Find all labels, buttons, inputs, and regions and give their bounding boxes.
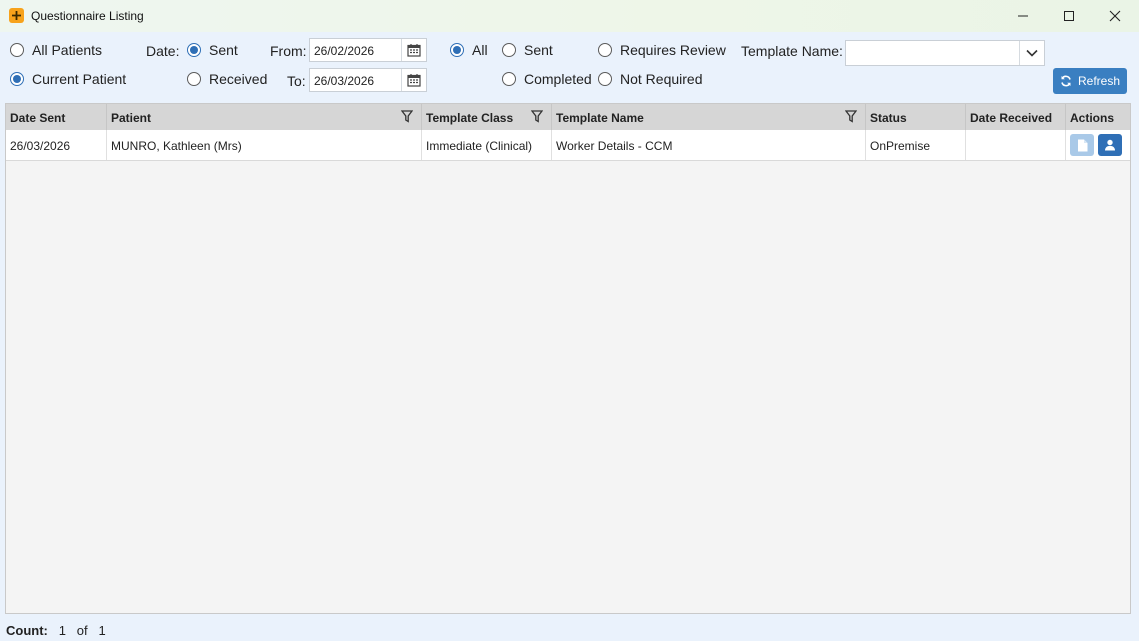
cell-status: OnPremise bbox=[866, 130, 966, 160]
count-total: 1 bbox=[98, 623, 106, 638]
radio-indicator bbox=[450, 43, 464, 57]
from-label: From: bbox=[270, 43, 307, 59]
open-patient-button[interactable] bbox=[1098, 134, 1122, 156]
radio-label: Current Patient bbox=[32, 71, 127, 87]
table-header: Date Sent Patient Template Class Templat… bbox=[6, 104, 1130, 131]
radio-status-sent[interactable]: Sent bbox=[502, 42, 553, 58]
column-label: Template Name bbox=[556, 111, 644, 125]
minimize-icon bbox=[1018, 15, 1028, 17]
chevron-down-icon bbox=[1026, 49, 1038, 57]
radio-label: Requires Review bbox=[620, 42, 726, 58]
radio-status-not-required[interactable]: Not Required bbox=[598, 71, 703, 87]
refresh-button[interactable]: Refresh bbox=[1053, 68, 1127, 94]
col-date-received[interactable]: Date Received bbox=[966, 104, 1066, 130]
filter-icon[interactable] bbox=[531, 110, 543, 123]
col-template-class[interactable]: Template Class bbox=[422, 104, 552, 130]
radio-label: Received bbox=[209, 71, 268, 87]
radio-all-patients[interactable]: All Patients bbox=[10, 42, 102, 58]
radio-indicator bbox=[502, 72, 516, 86]
cell-patient: MUNRO, Kathleen (Mrs) bbox=[107, 130, 422, 160]
count-of-label: of bbox=[76, 623, 88, 638]
from-date-field[interactable]: 26/02/2026 bbox=[309, 38, 427, 62]
column-label: Date Sent bbox=[10, 111, 66, 125]
column-label: Patient bbox=[111, 111, 152, 125]
app-icon bbox=[9, 8, 24, 23]
col-actions: Actions bbox=[1066, 104, 1130, 130]
radio-current-patient[interactable]: Current Patient bbox=[10, 71, 126, 87]
table-row[interactable]: 26/03/2026 MUNRO, Kathleen (Mrs) Immedia… bbox=[6, 130, 1130, 161]
column-label: Template Class bbox=[426, 111, 514, 125]
radio-status-completed[interactable]: Completed bbox=[502, 71, 592, 87]
radio-indicator bbox=[502, 43, 516, 57]
to-label: To: bbox=[287, 73, 306, 89]
column-label: Date Received bbox=[970, 111, 1053, 125]
radio-indicator bbox=[10, 72, 24, 86]
radio-indicator bbox=[10, 43, 24, 57]
date-label: Date: bbox=[146, 43, 180, 59]
calendar-icon bbox=[407, 74, 421, 87]
title-bar: Questionnaire Listing bbox=[0, 0, 1139, 33]
radio-status-all[interactable]: All bbox=[450, 42, 488, 58]
document-icon bbox=[1077, 139, 1087, 151]
record-count: Count: 1 of 1 bbox=[6, 623, 106, 638]
from-calendar-button[interactable] bbox=[401, 39, 426, 61]
radio-label: Sent bbox=[524, 42, 553, 58]
radio-status-requires-review[interactable]: Requires Review bbox=[598, 42, 726, 58]
template-name-dropdown-button[interactable] bbox=[1019, 41, 1044, 65]
col-date-sent[interactable]: Date Sent bbox=[6, 104, 107, 130]
view-document-button[interactable] bbox=[1070, 134, 1094, 156]
radio-label: All Patients bbox=[32, 42, 103, 58]
refresh-label: Refresh bbox=[1077, 74, 1121, 88]
minimize-button[interactable] bbox=[1000, 0, 1046, 32]
to-date-field[interactable]: 26/03/2026 bbox=[309, 68, 427, 92]
maximize-icon bbox=[1064, 11, 1074, 21]
to-calendar-button[interactable] bbox=[401, 69, 426, 91]
col-status[interactable]: Status bbox=[866, 104, 966, 130]
col-patient[interactable]: Patient bbox=[107, 104, 422, 130]
template-name-label: Template Name: bbox=[741, 43, 843, 59]
cell-date-received bbox=[966, 130, 1066, 160]
filter-icon[interactable] bbox=[401, 110, 413, 123]
radio-indicator bbox=[598, 43, 612, 57]
cell-template-class: Immediate (Clinical) bbox=[422, 130, 552, 160]
radio-label: Sent bbox=[209, 42, 238, 58]
radio-label: Not Required bbox=[620, 71, 703, 87]
radio-date-sent[interactable]: Sent bbox=[187, 42, 238, 58]
calendar-icon bbox=[407, 44, 421, 57]
user-icon bbox=[1105, 139, 1115, 151]
radio-indicator bbox=[598, 72, 612, 86]
count-current: 1 bbox=[58, 623, 66, 638]
cell-actions bbox=[1066, 130, 1130, 160]
radio-label: Completed bbox=[524, 71, 592, 87]
close-button[interactable] bbox=[1092, 0, 1138, 32]
radio-date-received[interactable]: Received bbox=[187, 71, 267, 87]
radio-indicator bbox=[187, 43, 201, 57]
refresh-icon bbox=[1061, 75, 1071, 87]
column-label: Status bbox=[870, 111, 907, 125]
maximize-button[interactable] bbox=[1046, 0, 1092, 32]
from-date-value: 26/02/2026 bbox=[314, 44, 375, 58]
cell-template-name: Worker Details - CCM bbox=[552, 130, 866, 160]
window-title: Questionnaire Listing bbox=[31, 9, 144, 23]
count-label: Count: bbox=[6, 623, 48, 638]
to-date-value: 26/03/2026 bbox=[314, 74, 375, 88]
template-name-combobox[interactable] bbox=[845, 40, 1045, 66]
cell-date-sent: 26/03/2026 bbox=[6, 130, 107, 160]
radio-label: All bbox=[472, 42, 488, 58]
col-template-name[interactable]: Template Name bbox=[552, 104, 866, 130]
filter-icon[interactable] bbox=[845, 110, 857, 123]
close-icon bbox=[1109, 10, 1121, 22]
column-label: Actions bbox=[1070, 111, 1115, 125]
radio-indicator bbox=[187, 72, 201, 86]
questionnaire-table: Date Sent Patient Template Class Templat… bbox=[5, 103, 1131, 614]
